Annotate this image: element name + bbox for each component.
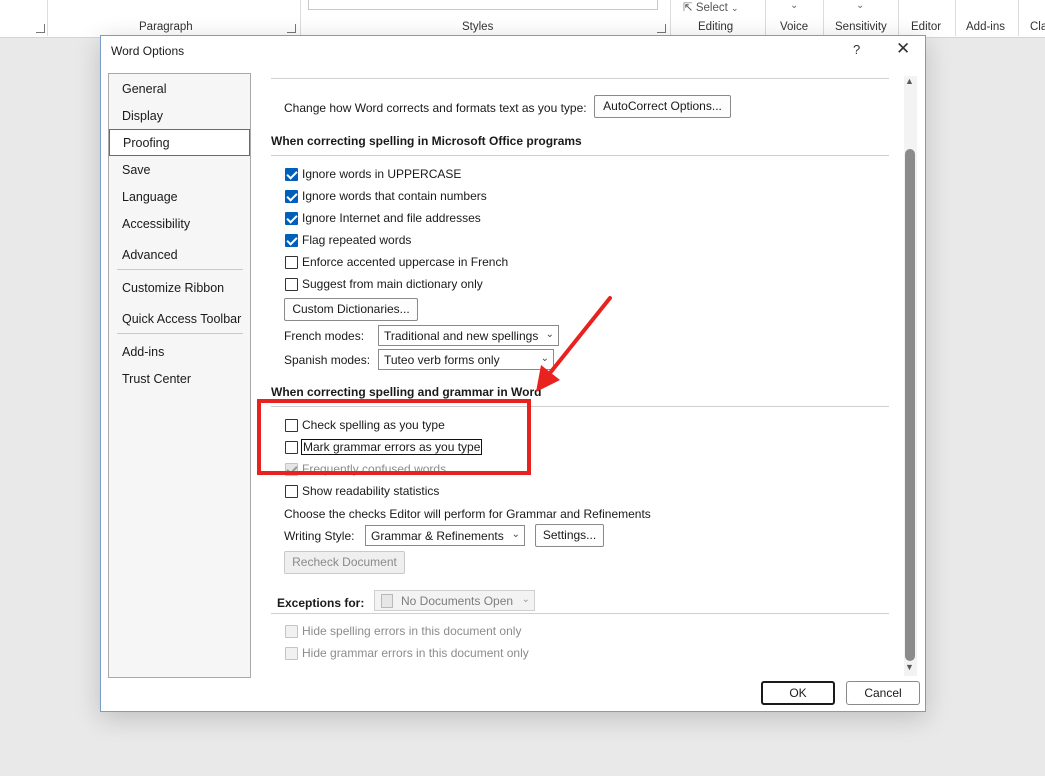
chevron-down-icon[interactable]: ⌄ [856, 0, 864, 11]
autocorrect-label: Change how Word corrects and formats tex… [284, 101, 587, 115]
close-icon[interactable]: ✕ [896, 39, 910, 59]
nav-item-save[interactable]: Save [122, 163, 151, 177]
section-rule [271, 613, 889, 614]
checkbox-box[interactable] [285, 212, 298, 225]
custom-dictionaries-button[interactable]: Custom Dictionaries... [284, 298, 418, 321]
styles-gallery[interactable] [308, 0, 658, 10]
settings-button[interactable]: Settings... [535, 524, 604, 547]
nav-item-trust-center[interactable]: Trust Center [122, 372, 191, 386]
section-rule [271, 155, 889, 156]
ribbon-group-sensitivity[interactable]: Sensitivity [835, 21, 887, 33]
nav-divider [117, 333, 243, 334]
writing-style-select[interactable]: Grammar & Refinements ⌄ [365, 525, 525, 546]
nav-item-general[interactable]: General [122, 82, 166, 96]
ribbon-separator [765, 0, 766, 36]
ok-button[interactable]: OK [761, 681, 835, 705]
chevron-down-icon: ⌄ [545, 329, 554, 340]
chevron-down-icon[interactable]: ⌄ [790, 0, 798, 11]
ribbon-separator [898, 0, 899, 36]
select-button[interactable]: ⇱ Select ⌄ [683, 0, 739, 14]
autocorrect-options-button[interactable]: AutoCorrect Options... [594, 95, 731, 118]
font-launcher-icon[interactable] [36, 24, 45, 33]
nav-item-add-ins[interactable]: Add-ins [122, 345, 164, 359]
writing-style-label: Writing Style: [284, 529, 355, 543]
checkbox-box[interactable] [285, 278, 298, 291]
ribbon-separator [670, 0, 671, 36]
exceptions-label: Exceptions for: [277, 596, 365, 610]
styles-launcher-icon[interactable] [657, 24, 666, 33]
exceptions-select[interactable]: No Documents Open ⌄ [374, 590, 535, 611]
chevron-down-icon: ⌄ [731, 3, 739, 13]
nav-item-proofing[interactable]: Proofing [109, 129, 250, 156]
nav-divider [117, 269, 243, 270]
office-section-heading: When correcting spelling in Microsoft Of… [271, 134, 582, 148]
nav-item-customize-ribbon[interactable]: Customize Ribbon [122, 281, 224, 295]
help-icon[interactable]: ? [853, 42, 860, 57]
scrollbar-thumb[interactable] [905, 149, 915, 661]
checkbox-box[interactable] [285, 625, 298, 638]
ribbon-separator [47, 0, 48, 36]
checkbox-box[interactable] [285, 190, 298, 203]
spanish-modes-label: Spanish modes: [284, 353, 371, 367]
ribbon-group-add-ins[interactable]: Add-ins [966, 21, 1005, 33]
ribbon-separator [1018, 0, 1019, 36]
editor-description: Choose the checks Editor will perform fo… [284, 507, 651, 521]
nav-item-accessibility[interactable]: Accessibility [122, 217, 190, 231]
checkbox-label: Flag repeated words [302, 233, 412, 247]
document-icon [381, 594, 393, 608]
checkbox-label: Show readability statistics [302, 484, 440, 498]
ribbon-separator [823, 0, 824, 36]
cancel-button[interactable]: Cancel [846, 681, 920, 705]
checkbox-box[interactable] [285, 168, 298, 181]
french-modes-select[interactable]: Traditional and new spellings ⌄ [378, 325, 559, 346]
ribbon-strip: Paragraph Styles ⇱ Select ⌄ Editing ⌄ Vo… [0, 0, 1045, 38]
checkbox-label: Hide grammar errors in this document onl… [302, 646, 529, 660]
nav-item-display[interactable]: Display [122, 109, 163, 123]
ribbon-group-cla[interactable]: Cla [1030, 21, 1045, 33]
cursor-arrow-icon: ⇱ [683, 2, 693, 14]
nav-item-advanced[interactable]: Advanced [122, 248, 178, 262]
scroll-up-arrow-icon[interactable]: ▲ [905, 76, 914, 86]
ribbon-group-styles[interactable]: Styles [462, 21, 493, 33]
recheck-document-button[interactable]: Recheck Document [284, 551, 405, 574]
checkbox-box[interactable] [285, 256, 298, 269]
checkbox-label: Suggest from main dictionary only [302, 277, 483, 291]
annotation-highlight-box [257, 399, 531, 475]
ribbon-group-editing[interactable]: Editing [698, 21, 733, 33]
ribbon-group-paragraph[interactable]: Paragraph [139, 21, 193, 33]
dialog-title: Word Options [111, 44, 185, 58]
ribbon-separator [300, 0, 301, 36]
spanish-modes-select[interactable]: Tuteo verb forms only ⌄ [378, 349, 554, 370]
checkbox-label: Enforce accented uppercase in French [302, 255, 509, 269]
checkbox-box[interactable] [285, 647, 298, 660]
checkbox-label: Hide spelling errors in this document on… [302, 624, 522, 638]
paragraph-launcher-icon[interactable] [287, 24, 296, 33]
ribbon-group-voice[interactable]: Voice [780, 21, 808, 33]
checkbox-box[interactable] [285, 485, 298, 498]
section-divider [271, 78, 889, 79]
checkbox-box[interactable] [285, 234, 298, 247]
chevron-down-icon: ⌄ [521, 594, 530, 605]
nav-item-quick-access-toolbar[interactable]: Quick Access Toolbar [122, 312, 241, 326]
chevron-down-icon: ⌄ [511, 529, 520, 540]
ribbon-separator [955, 0, 956, 36]
ribbon-group-editor[interactable]: Editor [911, 21, 941, 33]
french-modes-label: French modes: [284, 329, 365, 343]
nav-item-language[interactable]: Language [122, 190, 178, 204]
checkbox-label: Ignore Internet and file addresses [302, 211, 481, 225]
chevron-down-icon: ⌄ [540, 353, 549, 364]
checkbox-label: Ignore words in UPPERCASE [302, 167, 462, 181]
word-section-heading: When correcting spelling and grammar in … [271, 385, 542, 399]
scroll-down-arrow-icon[interactable]: ▼ [905, 662, 914, 672]
checkbox-label: Ignore words that contain numbers [302, 189, 487, 203]
options-nav: General Display Proofing Save Language A… [108, 73, 251, 678]
word-options-dialog: Word Options ? ✕ General Display Proofin… [100, 35, 926, 712]
